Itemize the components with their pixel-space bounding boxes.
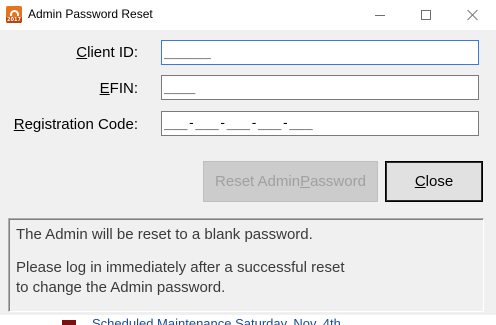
reset-admin-password-button[interactable]: Reset Admin Password	[203, 161, 378, 202]
background-window-text: Scheduled Maintenance Saturday, Nov. 4th	[92, 316, 341, 325]
maximize-button[interactable]	[403, 0, 449, 30]
info-message-box: The Admin will be reset to a blank passw…	[8, 218, 484, 312]
app-logo-icon: 2017	[6, 6, 22, 23]
registration-code-label: Registration Code:	[13, 116, 138, 133]
window-close-button[interactable]	[450, 0, 496, 30]
title-bar: 2017 Admin Password Reset	[0, 0, 496, 30]
efin-field[interactable]	[161, 75, 479, 100]
client-id-label: Client ID:	[76, 44, 138, 61]
info-line-2: Please log in immediately after a succes…	[16, 259, 345, 276]
efin-label: EFIN:	[99, 80, 138, 97]
app-icon-year: 2017	[6, 17, 22, 23]
minimize-button[interactable]	[357, 0, 403, 30]
maximize-icon	[421, 10, 431, 20]
close-icon	[467, 9, 479, 21]
window-title: Admin Password Reset	[28, 7, 153, 21]
close-button[interactable]: Close	[385, 161, 483, 202]
info-line-1: The Admin will be reset to a blank passw…	[16, 226, 313, 243]
background-bullet-icon	[62, 320, 76, 325]
background-window-strip: Scheduled Maintenance Saturday, Nov. 4th	[0, 315, 496, 325]
minimize-icon	[375, 14, 385, 16]
info-line-3: to change the Admin password.	[16, 279, 226, 296]
client-id-field[interactable]	[161, 40, 479, 65]
registration-code-field[interactable]	[161, 111, 479, 136]
